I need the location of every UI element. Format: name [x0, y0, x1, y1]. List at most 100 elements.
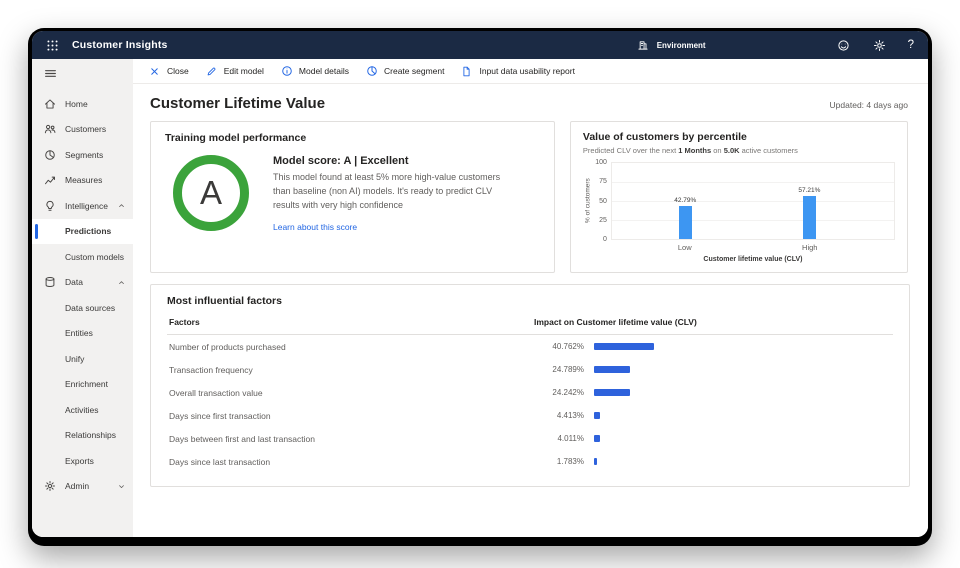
sidebar-item-label: Home [65, 98, 88, 109]
factor-impact-bar [594, 458, 597, 465]
environment-icon [635, 37, 651, 53]
factor-impact-bar [594, 389, 630, 396]
subtitle-text: on [711, 146, 724, 155]
create-segment-button[interactable]: Create segment [366, 65, 444, 78]
edit-model-button[interactable]: Edit model [206, 65, 264, 78]
x-tick-low: Low [677, 243, 692, 252]
hamburger-menu-icon[interactable] [32, 59, 68, 91]
factor-impact-bar [594, 366, 631, 373]
edit-pencil-icon [206, 65, 219, 78]
y-tick: 75 [599, 178, 607, 186]
sidebar-item-label: Data [65, 277, 83, 288]
sidebar: Home Customers Segments Measures Intelli… [32, 59, 133, 537]
factor-label: Days since first transaction [169, 410, 271, 421]
learn-about-score-link[interactable]: Learn about this score [273, 222, 357, 232]
model-details-button[interactable]: Model details [281, 65, 349, 78]
factors-table-header: Factors Impact on Customer lifetime valu… [167, 307, 893, 335]
factor-impact-bar [594, 435, 600, 442]
sidebar-item-enrichment[interactable]: Enrichment [32, 372, 133, 398]
input-data-usability-report-button[interactable]: Input data usability report [461, 65, 575, 78]
sidebar-item-label: Measures [65, 175, 103, 186]
sidebar-item-home[interactable]: Home [32, 91, 133, 117]
admin-gear-icon [44, 480, 57, 493]
home-icon [44, 97, 57, 110]
factor-label: Days between first and last transaction [169, 433, 315, 444]
subtitle-text: Predicted CLV over the next [582, 146, 679, 155]
subtitle-text: active customers [739, 146, 798, 155]
sidebar-item-label: Activities [65, 404, 99, 415]
x-tick-high: High [802, 243, 818, 252]
sidebar-item-intelligence[interactable]: Intelligence [32, 193, 133, 219]
y-axis-ticks: 100 75 50 25 0 [593, 159, 611, 243]
sidebar-item-label: Admin [65, 481, 90, 492]
command-label: Input data usability report [479, 66, 575, 76]
sidebar-item-relationships[interactable]: Relationships [32, 423, 133, 449]
sidebar-item-label: Custom models [65, 251, 125, 262]
measures-icon [44, 174, 57, 187]
y-axis-title: % of customers [584, 178, 592, 224]
sidebar-item-custom-models[interactable]: Custom models [32, 244, 133, 270]
factor-row: Days between first and last transaction … [167, 427, 893, 450]
sidebar-item-customers[interactable]: Customers [32, 117, 133, 143]
content-area: Customer Lifetime Value Updated: 4 days … [133, 84, 928, 537]
y-tick: 100 [595, 159, 607, 166]
model-score-description: This model found at least 5% more high-v… [273, 172, 501, 210]
factor-label: Transaction frequency [169, 364, 253, 375]
column-header-factors: Factors [169, 317, 200, 327]
sidebar-item-data[interactable]: Data [32, 270, 133, 296]
value-by-percentile-card: Value of customers by percentile Predict… [569, 121, 908, 273]
bar [802, 195, 816, 239]
gridline [611, 201, 894, 202]
column-header-impact: Impact on Customer lifetime value (CLV) [534, 317, 697, 327]
sidebar-item-label: Relationships [65, 430, 117, 441]
chevron-down-icon [117, 482, 126, 491]
sidebar-item-segments[interactable]: Segments [32, 142, 133, 168]
report-document-icon [461, 65, 474, 78]
x-axis-labels: Low High [611, 243, 895, 254]
sidebar-item-label: Enrichment [65, 379, 108, 390]
environment-selector[interactable]: Environment [635, 37, 706, 53]
settings-gear-icon[interactable] [872, 37, 888, 53]
factor-value: 24.789% [552, 365, 584, 374]
subtitle-customer-count: 5.0K [723, 146, 740, 155]
command-label: Create segment [384, 66, 445, 76]
segment-icon [366, 65, 379, 78]
bar-value-label: 42.79% [674, 197, 697, 205]
factor-label: Overall transaction value [169, 387, 263, 398]
command-label: Close [167, 66, 189, 76]
factor-value: 24.242% [552, 388, 584, 397]
factor-value: 4.413% [556, 411, 584, 420]
updated-timestamp: Updated: 4 days ago [829, 100, 908, 110]
factor-value: 40.762% [552, 342, 584, 351]
card-title: Most influential factors [167, 295, 282, 307]
plot-area: 42.79% 57.21% [610, 162, 895, 240]
command-label: Model details [298, 66, 349, 76]
sidebar-item-measures[interactable]: Measures [32, 168, 133, 194]
command-label: Edit model [223, 66, 264, 76]
y-tick: 50 [599, 197, 607, 205]
model-score-title: Model score: A | Excellent [273, 155, 409, 167]
factor-impact-bar [594, 343, 654, 350]
page-title: Customer Lifetime Value [150, 95, 326, 112]
sidebar-item-unify[interactable]: Unify [32, 346, 133, 372]
app-window: Customer Insights Environment ? Home Cus… [28, 28, 932, 546]
sidebar-item-predictions[interactable]: Predictions [32, 218, 133, 244]
sidebar-item-label: Exports [65, 455, 94, 466]
factor-row: Days since last transaction 1.783% [167, 450, 893, 473]
sidebar-item-label: Data sources [65, 302, 116, 313]
chevron-up-icon [117, 201, 126, 210]
waffle-icon[interactable] [42, 35, 62, 55]
factor-row: Transaction frequency 24.789% [167, 358, 893, 381]
sidebar-item-admin[interactable]: Admin [32, 474, 133, 500]
close-button[interactable]: Close [149, 65, 189, 78]
sidebar-item-activities[interactable]: Activities [32, 397, 133, 423]
y-tick: 25 [599, 216, 607, 224]
sidebar-item-data-sources[interactable]: Data sources [32, 295, 133, 321]
feedback-smiley-icon[interactable] [836, 37, 852, 53]
sidebar-item-exports[interactable]: Exports [32, 448, 133, 474]
help-icon[interactable]: ? [908, 39, 914, 51]
close-icon [149, 65, 162, 78]
training-model-performance-card: Training model performance A Model score… [150, 121, 555, 273]
gridline [611, 220, 894, 221]
sidebar-item-entities[interactable]: Entities [32, 321, 133, 347]
